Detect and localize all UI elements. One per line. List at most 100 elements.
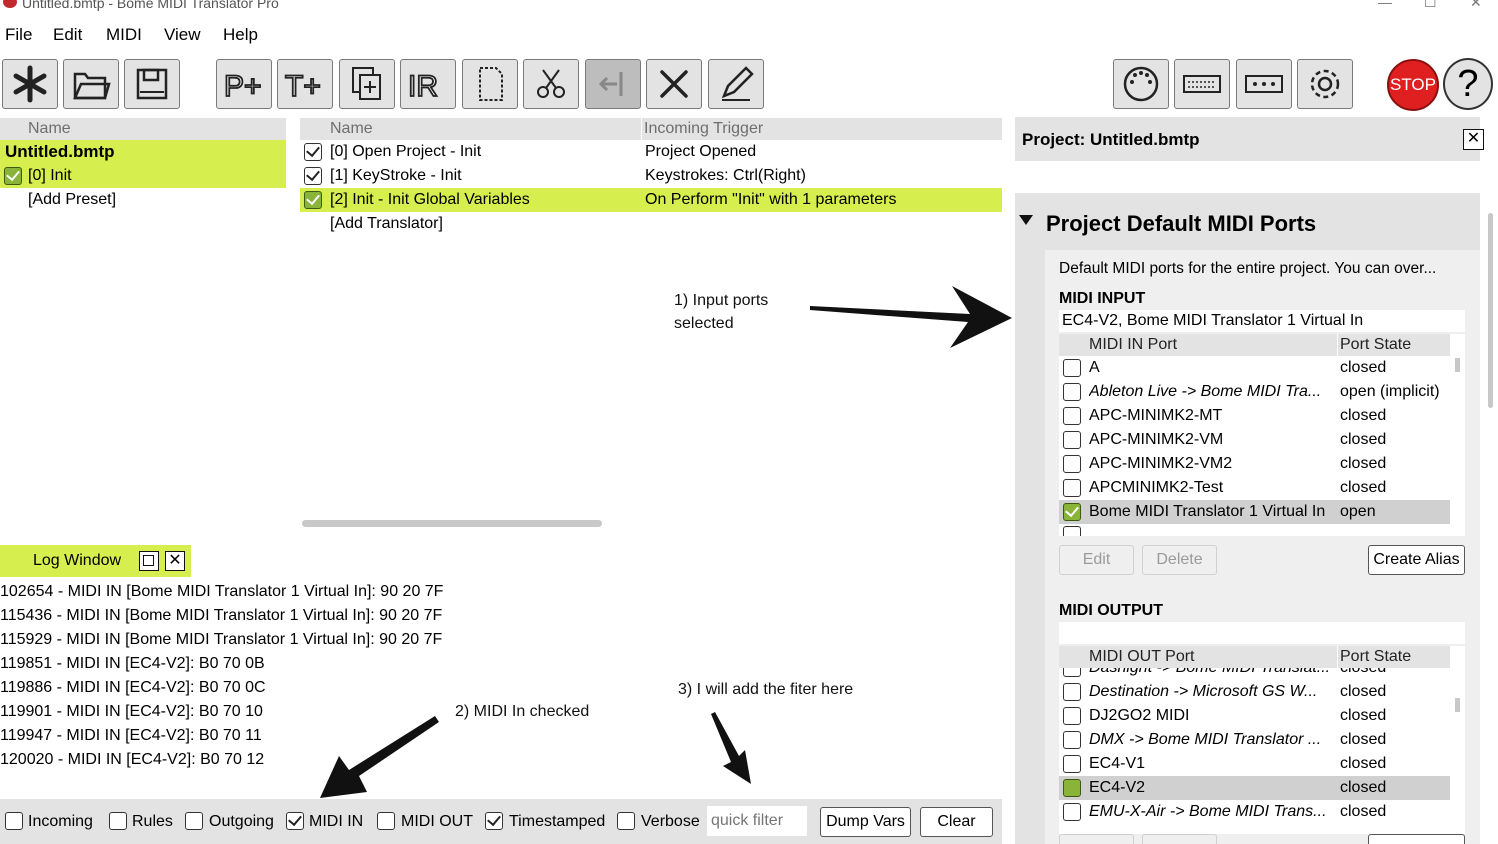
translator-row[interactable]: [0] Open Project - Init Project Opened — [300, 140, 1002, 164]
log-window-title: Log Window — [33, 552, 122, 569]
menu-edit[interactable]: Edit — [53, 25, 82, 45]
open-button[interactable] — [63, 59, 119, 109]
midi-ports-button[interactable] — [1113, 59, 1169, 109]
midi-out-port-row[interactable]: DJ2GO2 MIDI closed — [1059, 704, 1450, 728]
midi-out-port-row[interactable]: DMX -> Bome MIDI Translator ... closed — [1059, 728, 1450, 752]
delete-alias-button[interactable]: Delete — [1142, 545, 1217, 575]
midi-in-port-row[interactable]: APC-MINIMK2-MT closed — [1059, 404, 1450, 428]
settings-button[interactable] — [1297, 59, 1353, 109]
incoming-checkbox[interactable] — [5, 812, 23, 830]
translator-row-selected[interactable]: [2] Init - Init Global Variables On Perf… — [300, 188, 1002, 212]
menu-view[interactable]: View — [164, 25, 201, 45]
minimize-icon[interactable]: — — [1378, 0, 1392, 10]
rules-checkbox[interactable] — [109, 812, 127, 830]
panel-bottom-fade — [1059, 834, 1465, 844]
project-row[interactable]: Untitled.bmtp — [0, 140, 286, 164]
cut-button[interactable] — [523, 59, 579, 109]
maximize-log-icon[interactable] — [139, 551, 159, 571]
port-checkbox[interactable] — [1063, 383, 1081, 401]
preset-row[interactable]: [0] Init — [0, 164, 286, 188]
port-checkbox[interactable] — [1063, 431, 1081, 449]
port-checkbox[interactable] — [1063, 479, 1081, 497]
port-checkbox[interactable] — [1063, 755, 1081, 773]
duplicate-button[interactable] — [339, 59, 395, 109]
keyboard-button[interactable] — [1174, 59, 1230, 109]
port-checkbox[interactable] — [1063, 407, 1081, 425]
edit-button[interactable] — [708, 59, 764, 109]
port-checkbox-partial[interactable] — [1063, 779, 1081, 797]
new-project-button[interactable] — [2, 59, 58, 109]
log-window-tab[interactable]: Log Window ✕ — [0, 545, 191, 577]
midi-in-port-row[interactable]: APC-MINIMK2-VM2 closed — [1059, 452, 1450, 476]
paste-button[interactable] — [585, 59, 641, 109]
create-alias-button-partial[interactable] — [1368, 834, 1465, 844]
edit-alias-button-partial[interactable] — [1059, 834, 1134, 844]
midi-in-scrollbar[interactable] — [1455, 358, 1460, 372]
panel-scrollbar[interactable] — [1488, 213, 1493, 408]
menu-help[interactable]: Help — [223, 25, 258, 45]
add-preset-row[interactable]: [Add Preset] — [0, 188, 286, 212]
clear-button[interactable]: Clear — [920, 807, 993, 837]
virtual-ports-button[interactable] — [1236, 59, 1292, 109]
midi-output-value[interactable] — [1059, 622, 1465, 644]
delete-button[interactable] — [646, 59, 702, 109]
port-checkbox[interactable] — [1063, 503, 1081, 521]
edit-alias-button[interactable]: Edit — [1059, 545, 1134, 575]
port-checkbox[interactable] — [1063, 359, 1081, 377]
port-checkbox[interactable] — [1063, 731, 1081, 749]
triangle-down-icon[interactable] — [1019, 215, 1033, 225]
copy-button[interactable] — [462, 59, 518, 109]
midi-in-port-row[interactable]: APCMINIMK2-Test closed — [1059, 476, 1450, 500]
port-checkbox[interactable] — [1063, 707, 1081, 725]
stop-button[interactable]: STOP — [1387, 59, 1439, 111]
horizontal-scrollbar[interactable] — [302, 520, 602, 527]
timestamped-checkbox[interactable] — [485, 812, 503, 830]
delete-alias-button-partial[interactable] — [1142, 834, 1217, 844]
maximize-icon[interactable]: ☐ — [1424, 0, 1437, 11]
add-preset-button[interactable]: P+ — [216, 59, 272, 109]
translator-checkbox[interactable] — [304, 191, 322, 209]
midi-in-port-row-selected[interactable]: Bome MIDI Translator 1 Virtual In open — [1059, 500, 1450, 524]
save-button[interactable] — [124, 59, 180, 109]
section-header[interactable]: Project Default MIDI Ports — [1015, 193, 1480, 251]
midi-out-port-row[interactable]: EMU-X-Air -> Bome MIDI Trans... closed — [1059, 800, 1450, 824]
dump-vars-button[interactable]: Dump Vars — [820, 807, 911, 837]
translator-checkbox[interactable] — [304, 167, 322, 185]
midi-out-scrollbar[interactable] — [1455, 698, 1460, 712]
port-checkbox[interactable] — [1063, 683, 1081, 701]
translator-row[interactable]: [1] KeyStroke - Init Keystrokes: Ctrl(Ri… — [300, 164, 1002, 188]
midi-input-value[interactable]: EC4-V2, Bome MIDI Translator 1 Virtual I… — [1059, 310, 1465, 332]
midi-in-port-row[interactable]: A closed — [1059, 356, 1450, 380]
close-project-panel-icon[interactable]: ✕ — [1463, 129, 1484, 150]
pencil-icon — [721, 66, 754, 101]
close-window-icon[interactable]: ✕ — [1470, 0, 1482, 11]
verbose-checkbox[interactable] — [617, 812, 635, 830]
menu-file[interactable]: File — [5, 25, 32, 45]
annotation-input-ports: 1) Input ports selected — [674, 292, 768, 333]
incoming-rules-button[interactable]: IR — [400, 59, 456, 109]
menu-midi[interactable]: MIDI — [106, 25, 142, 45]
add-translator-button[interactable]: T+ — [277, 59, 333, 109]
quick-filter-input[interactable] — [707, 806, 807, 836]
translator-checkbox[interactable] — [304, 143, 322, 161]
port-checkbox[interactable] — [1063, 803, 1081, 821]
preset-checkbox[interactable] — [4, 167, 22, 185]
port-state: open (implicit) — [1340, 383, 1440, 400]
midi-out-port-row[interactable]: EC4-V1 closed — [1059, 752, 1450, 776]
outgoing-checkbox[interactable] — [185, 812, 203, 830]
midi-out-port-row-selected[interactable]: EC4-V2 closed — [1059, 776, 1450, 800]
close-log-icon[interactable]: ✕ — [165, 551, 185, 571]
create-alias-button[interactable]: Create Alias — [1368, 545, 1465, 575]
midi-in-checkbox[interactable] — [286, 812, 304, 830]
midi-in-port-row[interactable]: Ableton Live -> Bome MIDI Tra... open (i… — [1059, 380, 1450, 404]
help-button[interactable]: ? — [1443, 58, 1493, 110]
midi-out-checkbox[interactable] — [377, 812, 395, 830]
midi-out-port-row[interactable]: Destination -> Microsoft GS W... closed — [1059, 680, 1450, 704]
port-name: EMU-X-Air -> Bome MIDI Trans... — [1089, 803, 1327, 820]
add-translator-row[interactable]: [Add Translator] — [300, 212, 1002, 236]
midi-output-label: MIDI OUTPUT — [1059, 602, 1163, 619]
port-checkbox-partial[interactable] — [1063, 526, 1081, 536]
translator-trigger: Project Opened — [645, 143, 757, 160]
midi-in-port-row[interactable]: APC-MINIMK2-VM closed — [1059, 428, 1450, 452]
port-checkbox[interactable] — [1063, 455, 1081, 473]
